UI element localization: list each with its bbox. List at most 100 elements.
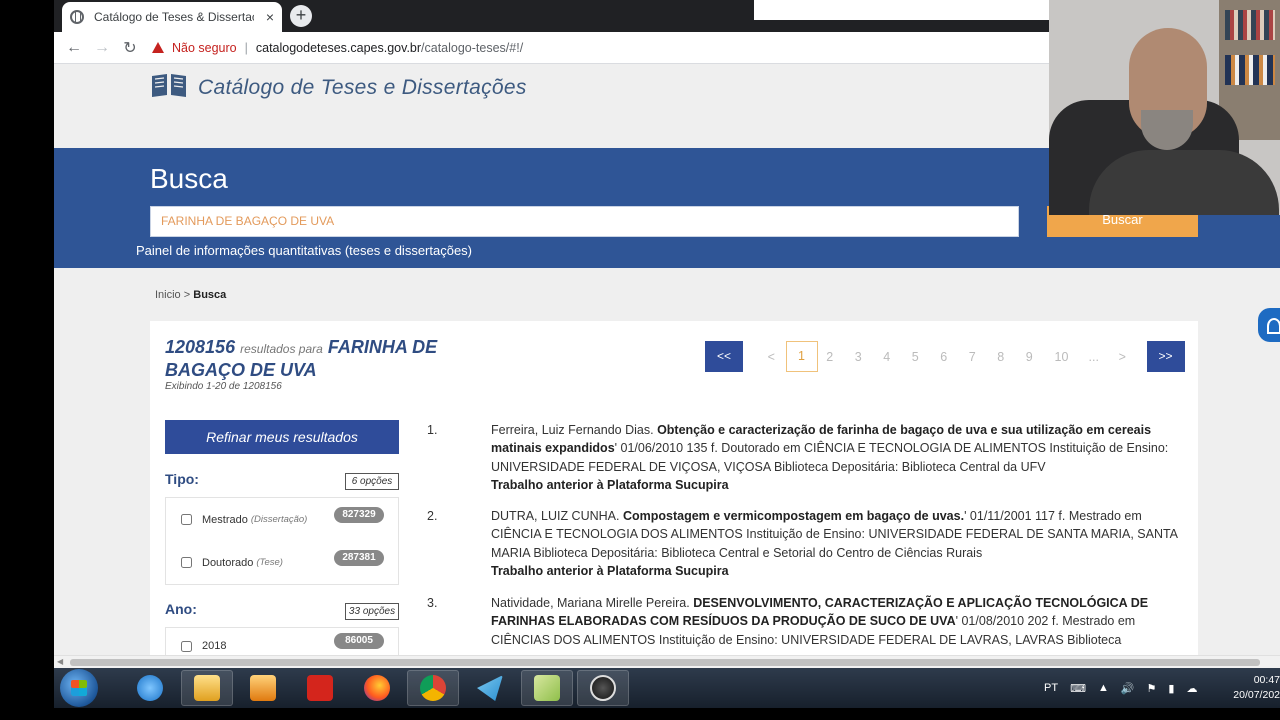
chrome-taskbar-button[interactable]: [407, 670, 459, 706]
address-separator: |: [244, 40, 248, 55]
back-arrow-icon[interactable]: ←: [60, 39, 88, 57]
search-title: Busca: [150, 163, 228, 194]
facet-item-label: Doutorado: [202, 556, 254, 569]
not-secure-label: Não seguro: [172, 40, 237, 55]
system-tray: PT ⌨ ▲ 🔊 ⚑ ▮ ☁: [1044, 668, 1209, 708]
results-summary: 1208156 resultados para FARINHA DE BAGAÇ…: [165, 337, 485, 381]
forward-arrow-icon[interactable]: →: [88, 39, 116, 57]
page-2[interactable]: 2: [816, 350, 845, 364]
pdf-taskbar-button[interactable]: [294, 670, 346, 706]
start-button[interactable]: [60, 669, 98, 707]
webcam-overlay: [1049, 0, 1280, 215]
site-logo-text[interactable]: Catálogo de Teses e Dissertações: [198, 76, 527, 100]
checkbox-mestrado[interactable]: [181, 514, 192, 525]
refine-results-button[interactable]: Refinar meus resultados: [165, 420, 399, 454]
warning-icon: [152, 42, 164, 53]
book-icon: [152, 74, 186, 97]
result-number: 1.: [427, 423, 438, 437]
checkbox-doutorado[interactable]: [181, 557, 192, 568]
telegram-taskbar-button[interactable]: [464, 670, 516, 706]
network-icon[interactable]: ▮: [1168, 682, 1174, 695]
firefox-taskbar-button[interactable]: [351, 670, 403, 706]
horizontal-scrollbar[interactable]: ◀: [54, 655, 1280, 668]
facet-item-mestrado[interactable]: Mestrado (Dissertação) 827329: [166, 498, 398, 541]
results-card: 1208156 resultados para FARINHA DE BAGAÇ…: [150, 321, 1198, 667]
page-1[interactable]: 1: [785, 341, 818, 372]
folder-icon: [194, 675, 220, 701]
result-previous-platform: Trabalho anterior à Plataforma Sucupira: [491, 477, 729, 492]
page-6[interactable]: 6: [930, 350, 959, 364]
chrome-icon: [420, 675, 446, 701]
showing-range: Exibindo 1-20 de 1208156: [165, 381, 282, 392]
result-author: DUTRA, LUIZ CUNHA.: [491, 509, 620, 523]
close-tab-icon[interactable]: ×: [266, 9, 274, 25]
page-ellipsis: ...: [1088, 349, 1099, 364]
explorer-taskbar-button[interactable]: [181, 670, 233, 706]
page-9[interactable]: 9: [1015, 350, 1044, 364]
media-taskbar-button[interactable]: [237, 670, 289, 706]
scrollbar-thumb[interactable]: [70, 659, 1260, 666]
maps-taskbar-button[interactable]: [521, 670, 573, 706]
checkbox-2018[interactable]: [181, 640, 192, 652]
last-page-button[interactable]: >>: [1146, 341, 1185, 372]
quantitative-panel-link[interactable]: Painel de informações quantitativas (tes…: [136, 243, 472, 258]
pagination: << < 1 2 3 4 5 6 7 8 9 10 ... > >>: [705, 341, 1185, 372]
scroll-left-icon[interactable]: ◀: [57, 657, 63, 666]
facet-type-options[interactable]: 6 opções: [345, 473, 399, 490]
facet-year-title: Ano:: [165, 601, 197, 617]
search-input[interactable]: FARINHA DE BAGAÇO DE UVA: [150, 206, 1019, 237]
flag-icon[interactable]: ⚑: [1147, 682, 1157, 695]
map-icon: [534, 675, 560, 701]
facet-type-box: Mestrado (Dissertação) 827329 Doutorado …: [165, 497, 399, 585]
show-hidden-icon[interactable]: ▲: [1098, 682, 1109, 694]
breadcrumb-home[interactable]: Inicio: [155, 289, 181, 301]
result-previous-platform: Trabalho anterior à Plataforma Sucupira: [491, 563, 729, 578]
page-3[interactable]: 3: [844, 350, 873, 364]
internet-explorer-icon: [137, 675, 163, 701]
breadcrumb-current: Busca: [193, 289, 227, 301]
taskbar: PT ⌨ ▲ 🔊 ⚑ ▮ ☁ 00:47 20/07/202: [54, 668, 1280, 708]
facet-item-sub: (Tese): [256, 557, 283, 568]
keyboard-icon[interactable]: ⌨: [1070, 682, 1086, 695]
accessibility-icon[interactable]: [1258, 308, 1280, 342]
firefox-icon: [364, 675, 390, 701]
new-tab-button[interactable]: +: [290, 5, 312, 27]
prev-page-button[interactable]: <: [757, 350, 786, 364]
breadcrumb: Inicio > Busca: [155, 289, 226, 301]
result-number: 3.: [427, 596, 438, 610]
address-bar[interactable]: Não seguro | catalogodeteses.capes.gov.b…: [152, 41, 523, 55]
breadcrumb-separator: >: [183, 289, 191, 301]
facet-year-options[interactable]: 33 opções: [345, 603, 399, 620]
ie-taskbar-button[interactable]: [124, 670, 176, 706]
result-body: Ferreira, Luiz Fernando Dias. Obtenção e…: [491, 421, 1191, 494]
count-badge: 827329: [334, 507, 384, 523]
result-title[interactable]: Compostagem e vermicompostagem em bagaço…: [623, 509, 964, 523]
language-indicator[interactable]: PT: [1044, 682, 1058, 694]
volume-icon[interactable]: 🔊: [1121, 682, 1135, 695]
globe-icon: [70, 10, 84, 24]
clock-time: 00:47: [1253, 674, 1280, 686]
results-count: 1208156: [165, 337, 236, 357]
page-10[interactable]: 10: [1044, 350, 1080, 364]
url-path: /catalogo-teses/#!/: [421, 40, 524, 55]
screen-border: [0, 708, 1280, 720]
first-page-button[interactable]: <<: [705, 341, 743, 372]
next-page-button[interactable]: >: [1108, 350, 1137, 364]
obs-taskbar-button[interactable]: [577, 670, 629, 706]
cloud-icon[interactable]: ☁: [1186, 682, 1197, 695]
tab-title: Catálogo de Teses & Dissertaçõ: [94, 10, 254, 24]
active-tab[interactable]: Catálogo de Teses & Dissertaçõ ×: [62, 2, 282, 32]
obs-icon: [590, 675, 616, 701]
page-5[interactable]: 5: [901, 350, 930, 364]
page-7[interactable]: 7: [958, 350, 987, 364]
result-body: Natividade, Mariana Mirelle Pereira. DES…: [491, 594, 1191, 649]
reload-icon[interactable]: ↻: [116, 38, 144, 58]
result-body: DUTRA, LUIZ CUNHA. Compostagem e vermico…: [491, 507, 1191, 580]
clock[interactable]: 00:47 20/07/202: [1230, 673, 1280, 703]
count-badge: 86005: [334, 633, 384, 649]
facet-item-doutorado[interactable]: Doutorado (Tese) 287381: [166, 541, 398, 584]
paper-plane-icon: [477, 675, 503, 701]
page-8[interactable]: 8: [987, 350, 1016, 364]
page-4[interactable]: 4: [873, 350, 902, 364]
facet-item-label: Mestrado: [202, 513, 248, 526]
